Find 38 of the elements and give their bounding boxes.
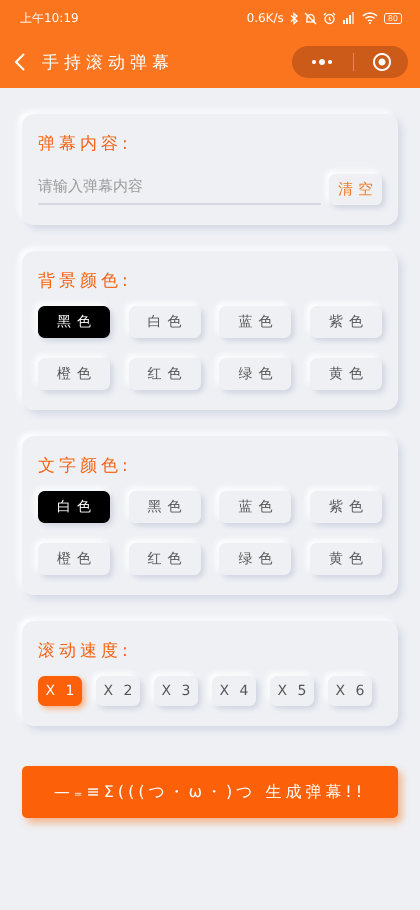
section-title: 滚动速度: [38,640,132,662]
color-option[interactable]: 蓝色 [219,306,292,338]
more-icon[interactable] [310,58,334,66]
status-time: 上午10:19 [20,10,79,26]
color-option[interactable]: 白色 [128,306,201,338]
muted-bell-icon [304,12,317,24]
section-title: 背景颜色: [38,270,132,292]
color-option[interactable]: 绿色 [219,543,292,575]
color-option[interactable]: 黄色 [310,543,382,575]
back-icon[interactable] [14,53,26,71]
alarm-icon [322,12,336,24]
color-option[interactable]: 蓝色 [219,491,292,523]
color-option[interactable]: 紫色 [310,306,382,338]
danmaku-input-field[interactable]: 请输入弹幕内容 [38,169,321,205]
color-option[interactable]: 黑色 [38,306,110,338]
color-option[interactable]: 紫色 [310,491,382,523]
speed-option[interactable]: X 2 [96,676,140,706]
color-option[interactable]: 绿色 [219,358,292,390]
color-option[interactable]: 黑色 [128,491,201,523]
wifi-icon [362,12,378,24]
close-target-icon[interactable] [372,52,392,72]
network-speed: 0.6K/s [246,11,284,25]
bluetooth-icon [290,12,298,24]
color-option[interactable]: 橙色 [38,543,110,575]
speed-option[interactable]: X 3 [154,676,198,706]
color-option[interactable]: 红色 [128,543,201,575]
speed-option[interactable]: X 4 [212,676,256,706]
speed-option[interactable]: X 6 [328,676,372,706]
color-option[interactable]: 黄色 [310,358,382,390]
color-option[interactable]: 红色 [128,358,201,390]
color-option[interactable]: 橙色 [38,358,110,390]
battery-icon: 80 [384,12,402,24]
page-title: 手持滚动弹幕 [42,52,175,74]
color-option[interactable]: 白色 [38,491,110,523]
signal-icon [342,12,356,24]
section-title: 文字颜色: [38,455,132,477]
section-title: 弹幕内容: [38,133,132,155]
speed-option[interactable]: X 5 [270,676,314,706]
